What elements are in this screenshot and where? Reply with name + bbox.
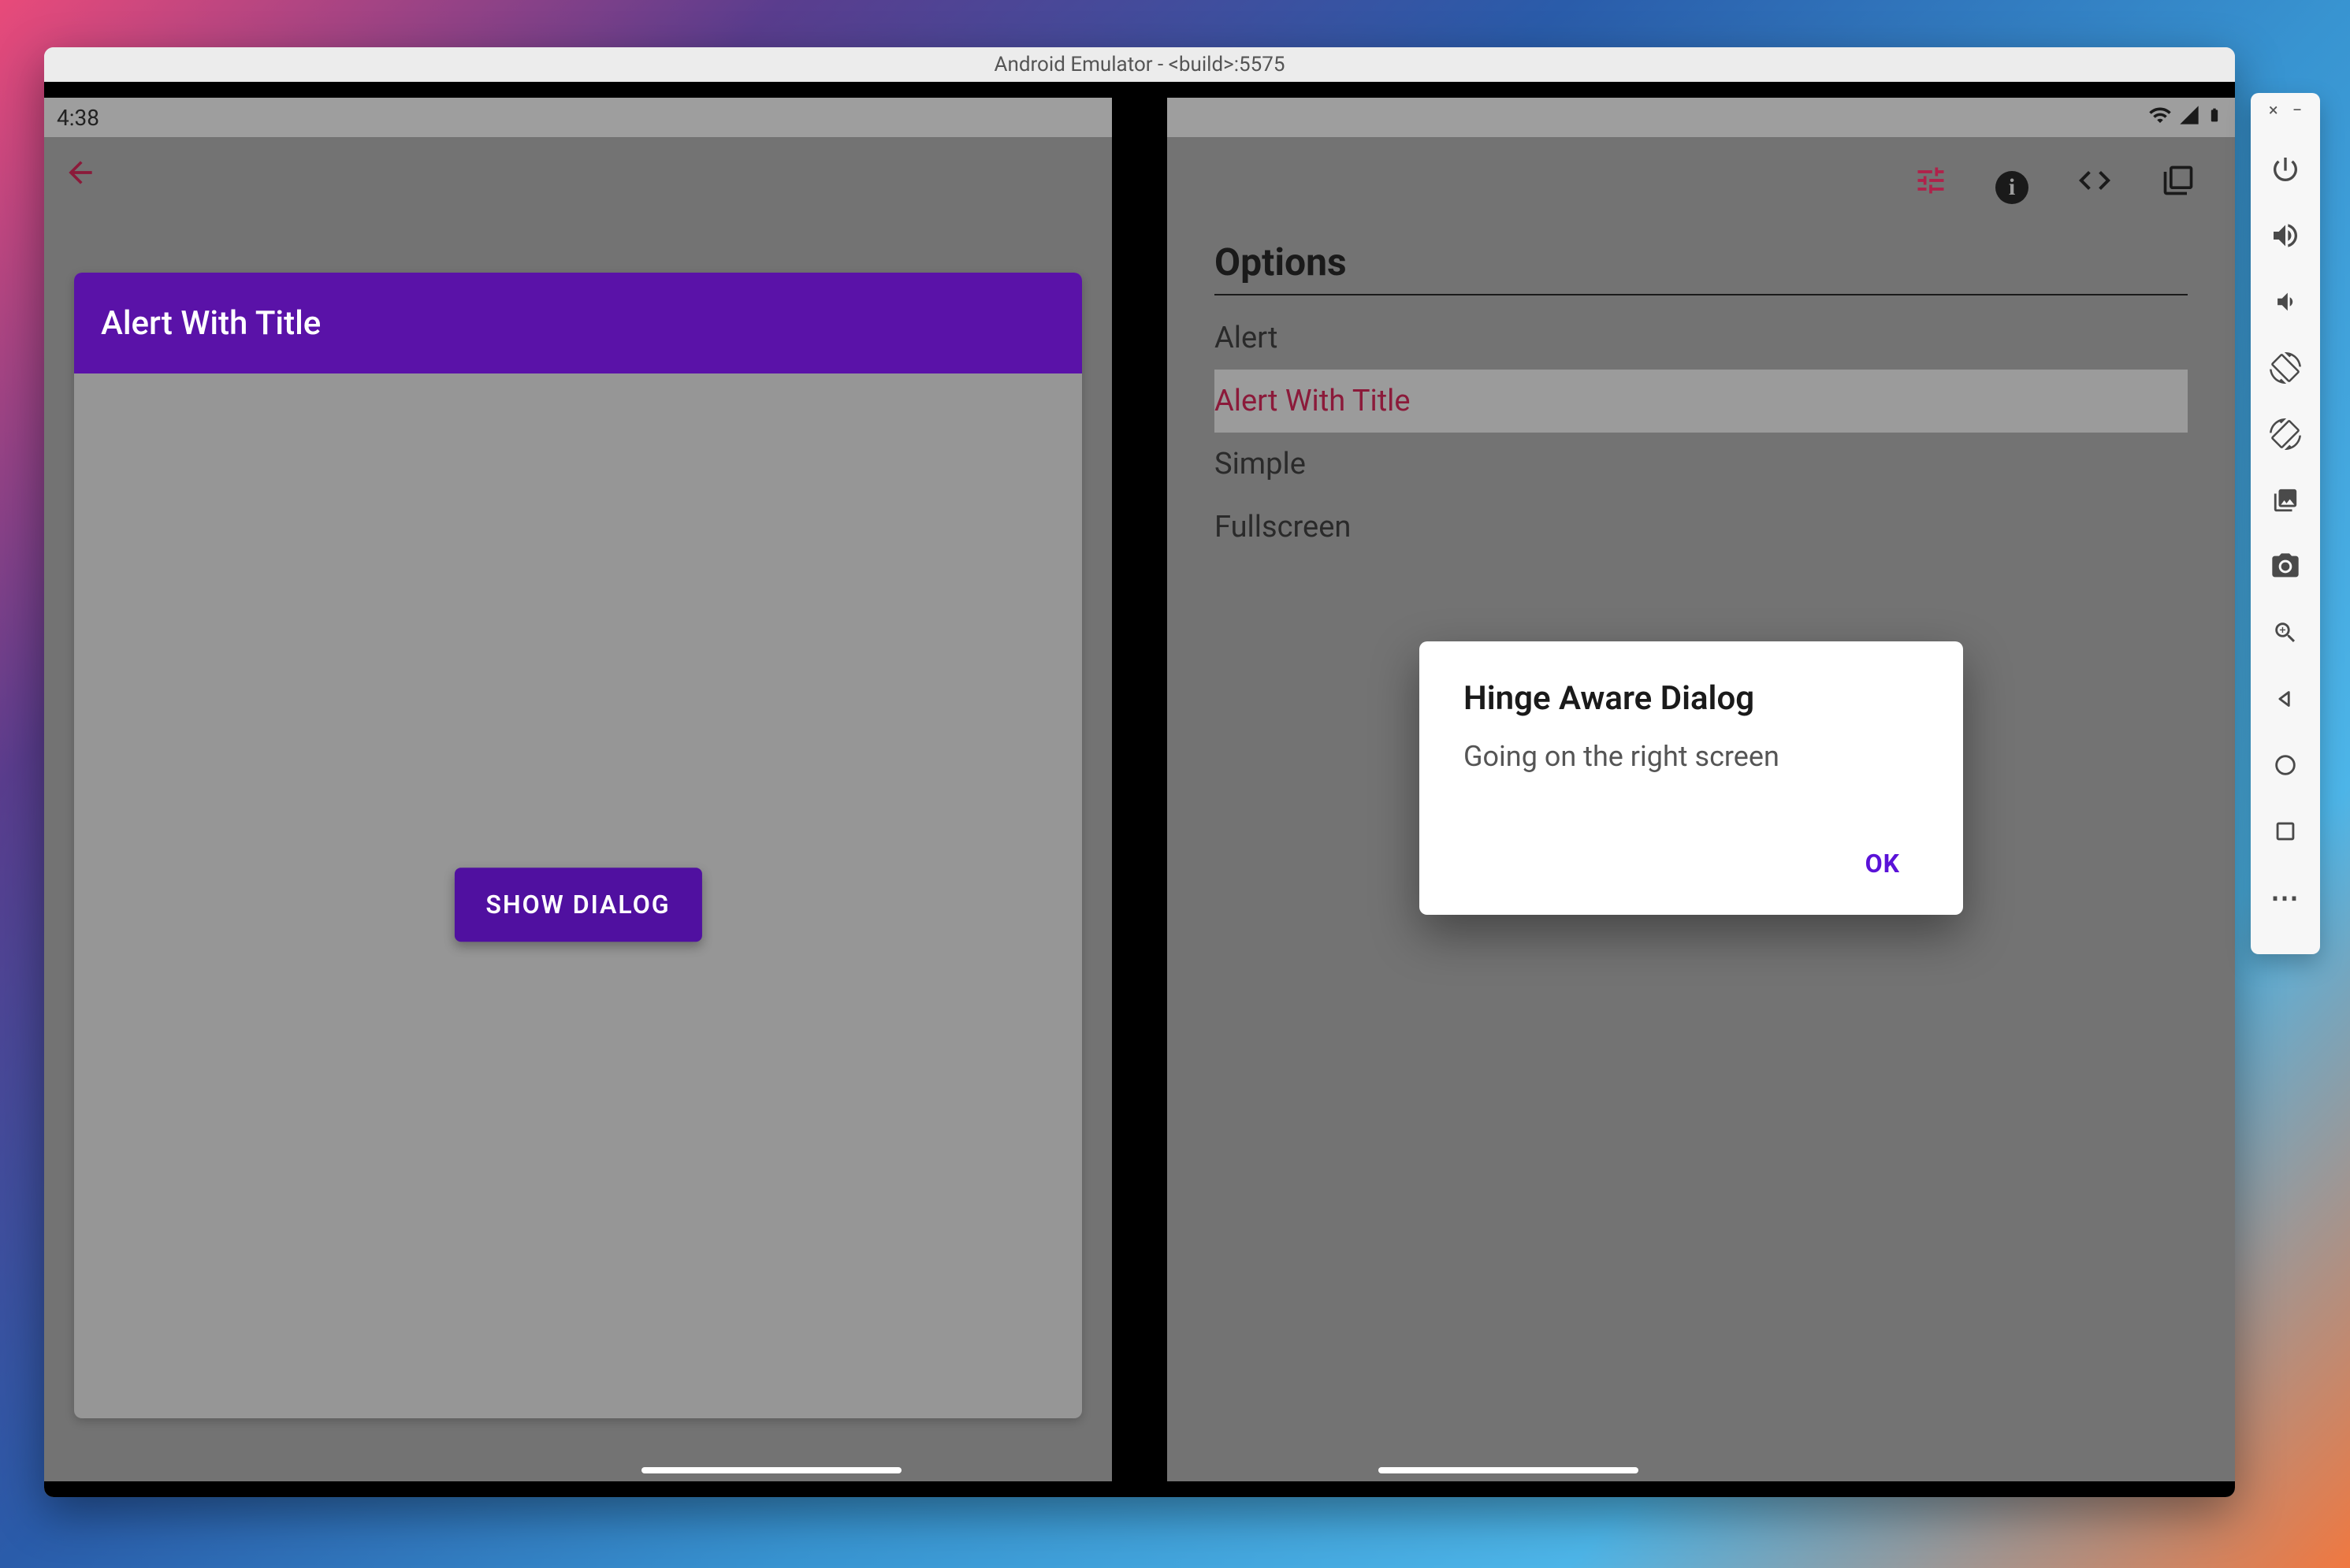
tune-icon[interactable] (1913, 163, 1948, 206)
library-icon[interactable] (2161, 163, 2196, 206)
option-alert-with-title[interactable]: Alert With Title (1214, 370, 2188, 433)
option-fullscreen[interactable]: Fullscreen (1214, 496, 2188, 559)
show-dialog-button[interactable]: SHOW DIALOG (454, 868, 701, 942)
device-screen: 4:38 Alert With Title SHOW DIALOG (44, 98, 2235, 1481)
right-pane: i Options Alert Alert With Title Simple … (1167, 98, 2235, 1481)
rotate-right-icon[interactable] (2263, 412, 2307, 456)
status-time: 4:38 (57, 105, 99, 131)
home-nav-icon[interactable] (2263, 743, 2307, 787)
nav-indicator-left[interactable] (641, 1467, 902, 1473)
hinge (1112, 113, 1167, 1466)
volume-down-icon[interactable] (2263, 280, 2307, 324)
status-bar-left: 4:38 (44, 98, 1112, 137)
zoom-icon[interactable] (2263, 611, 2307, 655)
signal-icon (2178, 104, 2200, 132)
overview-nav-icon[interactable] (2263, 809, 2307, 853)
code-icon[interactable] (2076, 162, 2114, 208)
card-title: Alert With Title (74, 273, 1082, 373)
left-pane: 4:38 Alert With Title SHOW DIALOG (44, 98, 1112, 1481)
dialog-body: Going on the right screen (1463, 740, 1919, 773)
close-icon[interactable]: × (2269, 101, 2278, 121)
status-icons (2148, 103, 2222, 132)
left-header (44, 137, 1112, 216)
screenshot-gallery-icon[interactable] (2263, 478, 2307, 522)
options-title: Options (1214, 240, 2188, 295)
minimize-icon[interactable]: − (2292, 101, 2303, 121)
dialog-title: Hinge Aware Dialog (1463, 679, 1919, 718)
option-alert[interactable]: Alert (1214, 307, 2188, 370)
nav-indicator-right[interactable] (1378, 1467, 1638, 1473)
power-icon[interactable] (2263, 147, 2307, 191)
wifi-icon (2148, 103, 2172, 132)
options-section: Options Alert Alert With Title Simple Fu… (1214, 240, 2188, 559)
battery-icon (2207, 103, 2222, 132)
window-title: Android Emulator - <build>:5575 (995, 53, 1285, 76)
status-bar-right (1167, 98, 2235, 137)
hinge-aware-dialog: Hinge Aware Dialog Going on the right sc… (1419, 641, 1963, 915)
rotate-left-icon[interactable] (2263, 346, 2307, 390)
back-nav-icon[interactable] (2263, 677, 2307, 721)
right-header: i (1167, 137, 2235, 232)
camera-icon[interactable] (2263, 544, 2307, 589)
device-frame: 4:38 Alert With Title SHOW DIALOG (44, 82, 2235, 1497)
dialog-actions: OK (1463, 836, 1919, 891)
volume-up-icon[interactable] (2263, 214, 2307, 258)
ok-button[interactable]: OK (1846, 836, 1919, 891)
back-arrow-icon[interactable] (63, 155, 98, 198)
more-icon[interactable]: ⋯ (2263, 875, 2307, 920)
demo-card: Alert With Title SHOW DIALOG (74, 273, 1082, 1418)
emulator-window: Android Emulator - <build>:5575 4:38 Ale… (44, 47, 2235, 1497)
toolbar-window-controls: × − (2269, 101, 2302, 121)
emulator-side-toolbar: × − ⋯ (2251, 93, 2320, 954)
window-titlebar[interactable]: Android Emulator - <build>:5575 (44, 47, 2235, 82)
option-simple[interactable]: Simple (1214, 433, 2188, 496)
info-icon[interactable]: i (1995, 165, 2028, 204)
